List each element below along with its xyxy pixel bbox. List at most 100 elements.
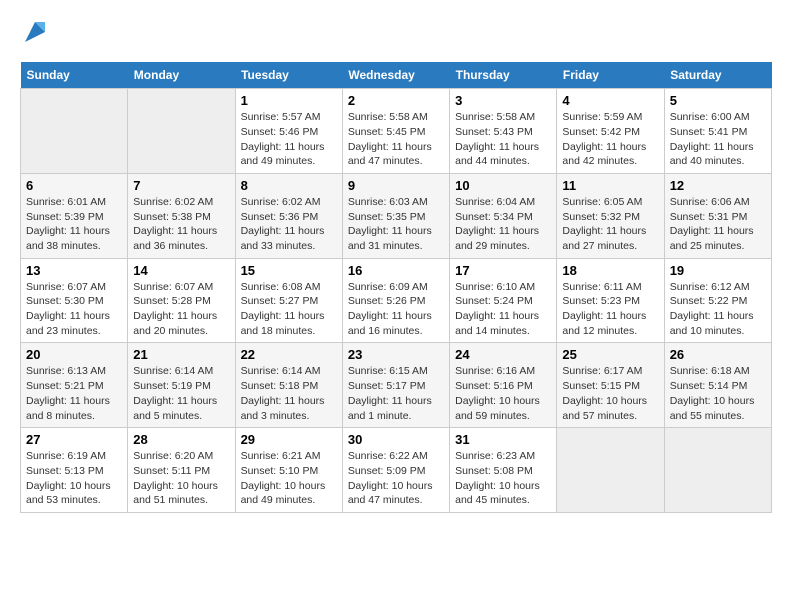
day-info: Sunrise: 6:14 AM Sunset: 5:19 PM Dayligh… [133,364,229,423]
calendar-cell: 21 Sunrise: 6:14 AM Sunset: 5:19 PM Dayli… [128,343,235,428]
weekday-header-thursday: Thursday [450,62,557,89]
calendar-cell: 1 Sunrise: 5:57 AM Sunset: 5:46 PM Daylig… [235,89,342,174]
day-info: Sunrise: 6:04 AM Sunset: 5:34 PM Dayligh… [455,195,551,254]
day-info: Sunrise: 5:57 AM Sunset: 5:46 PM Dayligh… [241,110,337,169]
day-number: 18 [562,263,658,278]
calendar-cell: 11 Sunrise: 6:05 AM Sunset: 5:32 PM Dayli… [557,173,664,258]
calendar-cell: 18 Sunrise: 6:11 AM Sunset: 5:23 PM Dayli… [557,258,664,343]
calendar-cell: 13Sunrise: 6:07 AM Sunset: 5:30 PM Dayli… [21,258,128,343]
day-number: 31 [455,432,551,447]
page-header [20,20,772,46]
day-number: 15 [241,263,337,278]
day-info: Sunrise: 5:59 AM Sunset: 5:42 PM Dayligh… [562,110,658,169]
calendar-cell: 5Sunrise: 6:00 AM Sunset: 5:41 PM Daylig… [664,89,771,174]
day-info: Sunrise: 6:02 AM Sunset: 5:36 PM Dayligh… [241,195,337,254]
day-info: Sunrise: 6:03 AM Sunset: 5:35 PM Dayligh… [348,195,444,254]
calendar-week-3: 13Sunrise: 6:07 AM Sunset: 5:30 PM Dayli… [21,258,772,343]
day-number: 8 [241,178,337,193]
day-number: 25 [562,347,658,362]
day-info: Sunrise: 6:18 AM Sunset: 5:14 PM Dayligh… [670,364,766,423]
day-number: 9 [348,178,444,193]
day-number: 4 [562,93,658,108]
day-info: Sunrise: 6:06 AM Sunset: 5:31 PM Dayligh… [670,195,766,254]
calendar-week-2: 6 Sunrise: 6:01 AM Sunset: 5:39 PM Daylig… [21,173,772,258]
calendar-cell: 2Sunrise: 5:58 AM Sunset: 5:45 PM Daylig… [342,89,449,174]
day-info: Sunrise: 6:20 AM Sunset: 5:11 PM Dayligh… [133,449,229,508]
day-info: Sunrise: 6:15 AM Sunset: 5:17 PM Dayligh… [348,364,444,423]
weekday-header-wednesday: Wednesday [342,62,449,89]
day-info: Sunrise: 6:01 AM Sunset: 5:39 PM Dayligh… [26,195,122,254]
calendar-cell: 29 Sunrise: 6:21 AM Sunset: 5:10 PM Dayli… [235,428,342,513]
logo-icon [21,18,49,46]
calendar-cell: 27 Sunrise: 6:19 AM Sunset: 5:13 PM Dayli… [21,428,128,513]
day-info: Sunrise: 6:09 AM Sunset: 5:26 PM Dayligh… [348,280,444,339]
day-number: 6 [26,178,122,193]
day-number: 19 [670,263,766,278]
calendar-cell: 20 Sunrise: 6:13 AM Sunset: 5:21 PM Dayli… [21,343,128,428]
calendar-cell: 30 Sunrise: 6:22 AM Sunset: 5:09 PM Dayli… [342,428,449,513]
day-number: 20 [26,347,122,362]
calendar-cell: 6 Sunrise: 6:01 AM Sunset: 5:39 PM Daylig… [21,173,128,258]
calendar-cell: 28 Sunrise: 6:20 AM Sunset: 5:11 PM Dayli… [128,428,235,513]
day-number: 17 [455,263,551,278]
day-number: 27 [26,432,122,447]
day-info: Sunrise: 5:58 AM Sunset: 5:43 PM Dayligh… [455,110,551,169]
calendar-cell: 4 Sunrise: 5:59 AM Sunset: 5:42 PM Daylig… [557,89,664,174]
calendar-week-5: 27 Sunrise: 6:19 AM Sunset: 5:13 PM Dayli… [21,428,772,513]
calendar-week-1: 1 Sunrise: 5:57 AM Sunset: 5:46 PM Daylig… [21,89,772,174]
day-number: 26 [670,347,766,362]
day-number: 16 [348,263,444,278]
calendar-cell: 10 Sunrise: 6:04 AM Sunset: 5:34 PM Dayli… [450,173,557,258]
day-info: Sunrise: 6:21 AM Sunset: 5:10 PM Dayligh… [241,449,337,508]
calendar-cell: 24Sunrise: 6:16 AM Sunset: 5:16 PM Dayli… [450,343,557,428]
calendar-cell: 26 Sunrise: 6:18 AM Sunset: 5:14 PM Dayli… [664,343,771,428]
calendar-cell [128,89,235,174]
day-info: Sunrise: 6:23 AM Sunset: 5:08 PM Dayligh… [455,449,551,508]
day-number: 22 [241,347,337,362]
logo [20,20,49,46]
day-info: Sunrise: 6:07 AM Sunset: 5:28 PM Dayligh… [133,280,229,339]
day-number: 1 [241,93,337,108]
calendar-cell: 25 Sunrise: 6:17 AM Sunset: 5:15 PM Dayli… [557,343,664,428]
day-number: 11 [562,178,658,193]
day-number: 13 [26,263,122,278]
day-number: 3 [455,93,551,108]
calendar-week-4: 20 Sunrise: 6:13 AM Sunset: 5:21 PM Dayli… [21,343,772,428]
day-info: Sunrise: 6:02 AM Sunset: 5:38 PM Dayligh… [133,195,229,254]
day-info: Sunrise: 6:13 AM Sunset: 5:21 PM Dayligh… [26,364,122,423]
weekday-header-monday: Monday [128,62,235,89]
day-info: Sunrise: 6:14 AM Sunset: 5:18 PM Dayligh… [241,364,337,423]
day-number: 30 [348,432,444,447]
calendar-cell [664,428,771,513]
weekday-header-friday: Friday [557,62,664,89]
calendar-cell: 22 Sunrise: 6:14 AM Sunset: 5:18 PM Dayli… [235,343,342,428]
day-number: 2 [348,93,444,108]
calendar-cell: 17Sunrise: 6:10 AM Sunset: 5:24 PM Dayli… [450,258,557,343]
day-info: Sunrise: 6:19 AM Sunset: 5:13 PM Dayligh… [26,449,122,508]
weekday-header-saturday: Saturday [664,62,771,89]
day-number: 14 [133,263,229,278]
weekday-header-row: SundayMondayTuesdayWednesdayThursdayFrid… [21,62,772,89]
day-number: 28 [133,432,229,447]
calendar-cell: 7 Sunrise: 6:02 AM Sunset: 5:38 PM Daylig… [128,173,235,258]
calendar-cell: 9 Sunrise: 6:03 AM Sunset: 5:35 PM Daylig… [342,173,449,258]
day-info: Sunrise: 6:17 AM Sunset: 5:15 PM Dayligh… [562,364,658,423]
day-number: 7 [133,178,229,193]
day-number: 10 [455,178,551,193]
weekday-header-tuesday: Tuesday [235,62,342,89]
day-info: Sunrise: 6:05 AM Sunset: 5:32 PM Dayligh… [562,195,658,254]
calendar-cell: 14 Sunrise: 6:07 AM Sunset: 5:28 PM Dayli… [128,258,235,343]
day-number: 23 [348,347,444,362]
day-info: Sunrise: 6:00 AM Sunset: 5:41 PM Dayligh… [670,110,766,169]
calendar-cell: 31 Sunrise: 6:23 AM Sunset: 5:08 PM Dayli… [450,428,557,513]
day-info: Sunrise: 6:11 AM Sunset: 5:23 PM Dayligh… [562,280,658,339]
day-info: Sunrise: 6:16 AM Sunset: 5:16 PM Dayligh… [455,364,551,423]
day-number: 12 [670,178,766,193]
calendar-cell [557,428,664,513]
day-number: 29 [241,432,337,447]
weekday-header-sunday: Sunday [21,62,128,89]
calendar-cell: 8 Sunrise: 6:02 AM Sunset: 5:36 PM Daylig… [235,173,342,258]
day-number: 21 [133,347,229,362]
calendar-cell: 15Sunrise: 6:08 AM Sunset: 5:27 PM Dayli… [235,258,342,343]
day-info: Sunrise: 6:22 AM Sunset: 5:09 PM Dayligh… [348,449,444,508]
